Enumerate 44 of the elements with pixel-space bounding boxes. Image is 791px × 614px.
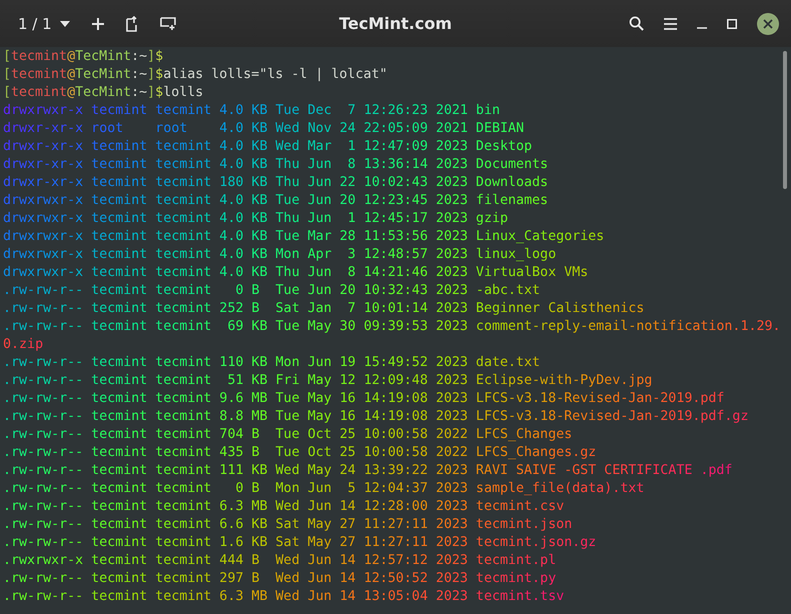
search-icon [629, 16, 644, 31]
new-tab-button[interactable] [92, 18, 104, 30]
listing-line: .rwxrwxr-x tecmint tecmint 444 B Wed Jun 14 12:57:12 2023 tecmint.pl [3, 552, 558, 570]
listing-line: .rw-rw-r-- tecmint tecmint 297 B Wed Jun 14 12:50:52 2023 tecmint.py [3, 570, 558, 588]
detach-button[interactable] [126, 16, 138, 32]
listing-line: .rw-rw-r-- tecmint tecmint 8.8 MB Tue May 16 14:19:08 2023 LFCS-v3.18-Revised-Jan-2019.pdf.gz [3, 408, 750, 426]
listing-line: .rw-rw-r-- tecmint tecmint 0 B Mon Jun 5 12:04:37 2023 sample_file(data).txt [3, 480, 646, 498]
listing-line: drwxr-xr-x root root 4.0 KB Wed Nov 24 22:05:09 2021 DEBIAN [3, 120, 526, 138]
page-arrow-icon [126, 16, 138, 32]
new-window-button[interactable] [160, 17, 176, 30]
listing-line: drwxr-xr-x tecmint tecmint 180 KB Thu Jun 22 10:02:43 2023 Downloads [3, 174, 550, 192]
maximize-button[interactable] [727, 18, 737, 28]
listing-line: .rw-rw-r-- tecmint tecmint 435 B Tue Oct 25 10:00:58 2022 LFCS_Changes.gz [3, 444, 598, 462]
listing-line: .rw-rw-r-- tecmint tecmint 6.3 MB Wed Jun 14 12:28:00 2023 tecmint.csv [3, 498, 566, 516]
scrollbar-thumb[interactable] [783, 51, 787, 189]
window-plus-icon [160, 17, 176, 30]
plus-icon [92, 18, 104, 30]
listing-line: .rw-rw-r-- tecmint tecmint 9.6 MB Tue May 16 14:19:08 2023 LFCS-v3.18-Revised-Jan-2019.pdf [3, 390, 726, 408]
listing-line: .rw-rw-r-- tecmint tecmint 6.3 MB Wed Jun 14 13:05:04 2023 tecmint.tsv [3, 588, 566, 606]
close-button[interactable] [757, 12, 779, 34]
menu-icon [664, 18, 677, 30]
prompt-line: [tecmint@TecMint:~]$ [3, 48, 164, 66]
listing-line: .rw-rw-r-- tecmint tecmint 252 B Sat Jan 7 10:01:14 2023 Beginner Calisthenics [3, 300, 646, 318]
listing-line: .rw-rw-r-- tecmint tecmint 704 B Tue Oct 25 10:00:58 2022 LFCS_Changes [3, 426, 574, 444]
window-title: TecMint.com [339, 14, 452, 33]
maximize-icon [727, 18, 737, 28]
listing-line: .rw-rw-r-- tecmint tecmint 0 B Tue Jun 20 10:32:43 2023 -abc.txt [3, 282, 542, 300]
search-button[interactable] [629, 16, 644, 31]
caret-icon [60, 20, 70, 26]
menu-button[interactable] [664, 18, 677, 30]
prompt-line: [tecmint@TecMint:~]$alias lolls="ls -l | lolcat" [3, 66, 388, 84]
listing-line: .rw-rw-r-- tecmint tecmint 69 KB Tue May 30 09:39:53 2023 comment-reply-email-notification.1.29.0.zip [3, 318, 782, 354]
listing-line: .rw-rw-r-- tecmint tecmint 110 KB Mon Jun 19 15:49:52 2023 date.txt [3, 354, 542, 372]
listing-line: drwxrwxr-x tecmint tecmint 4.0 KB Tue Jun 20 12:23:45 2023 filenames [3, 192, 550, 210]
listing-line: drwxrwxr-x tecmint tecmint 4.0 KB Tue Dec 7 12:26:23 2021 bin [3, 102, 501, 120]
listing-line: drwxrwxr-x tecmint tecmint 4.0 KB Thu Jun 1 12:45:17 2023 gzip [3, 210, 509, 228]
listing-line: drwxrwxr-x tecmint tecmint 4.0 KB Mon Apr 3 12:48:57 2023 linux_logo [3, 246, 558, 264]
listing-line: .rw-rw-r-- tecmint tecmint 111 KB Wed May 24 13:39:22 2023 RAVI SAIVE -GST CERTIFICATE .pdf [3, 462, 734, 480]
listing-line: drwxr-xr-x tecmint tecmint 4.0 KB Thu Jun 8 13:36:14 2023 Documents [3, 156, 550, 174]
close-icon [763, 18, 773, 28]
tab-switcher[interactable]: 1 / 1 [18, 14, 70, 32]
prompt-line: [tecmint@TecMint:~]$lolls [3, 84, 204, 102]
minimize-icon [697, 26, 707, 28]
listing-line: drwxrwxr-x tecmint tecmint 4.0 KB Thu Jun 8 14:21:46 2023 VirtualBox VMs [3, 264, 590, 282]
